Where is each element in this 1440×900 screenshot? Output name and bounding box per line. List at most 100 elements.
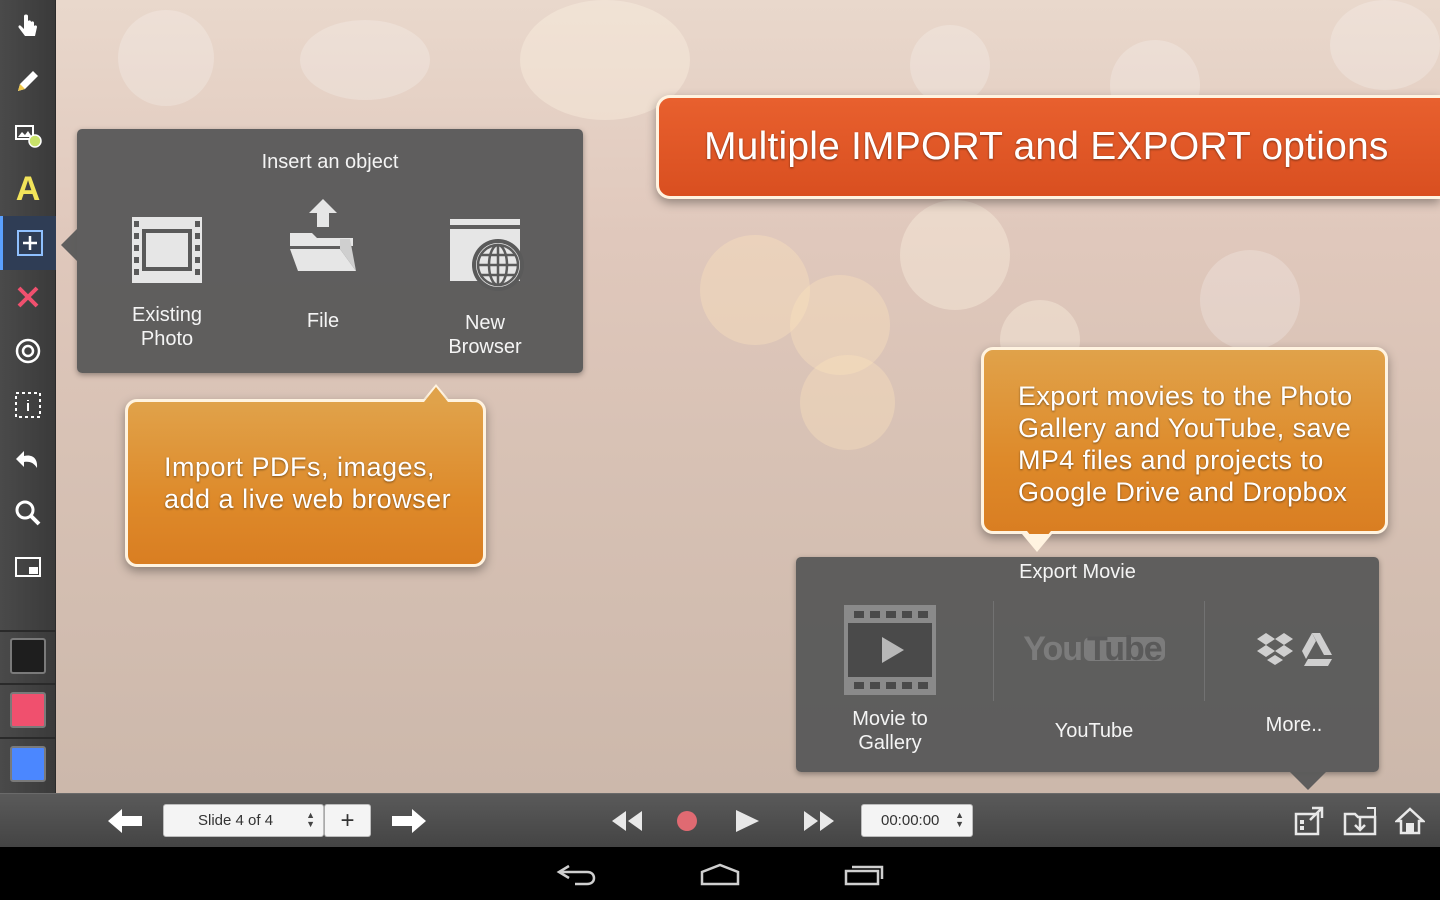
youtube-option[interactable]: You Tube YouTube bbox=[1023, 627, 1165, 743]
insert-tool-button[interactable] bbox=[0, 216, 56, 270]
dashed-select-icon bbox=[15, 392, 41, 418]
file-option[interactable]: File bbox=[273, 199, 373, 333]
more-export-option[interactable]: More.. bbox=[1236, 629, 1352, 737]
image-record-icon bbox=[15, 125, 42, 148]
youtube-logo-you: You bbox=[1023, 630, 1083, 668]
nav-home-button[interactable] bbox=[690, 857, 750, 891]
dropbox-drive-icon bbox=[1257, 633, 1332, 666]
arrow-left-icon bbox=[108, 809, 142, 833]
target-icon bbox=[15, 338, 41, 364]
bokeh-light bbox=[300, 20, 430, 100]
youtube-logo: You Tube bbox=[1023, 627, 1165, 671]
slide-spinner-icon[interactable]: ▲ ▼ bbox=[306, 811, 315, 829]
movie-to-gallery-option[interactable]: Movie to Gallery bbox=[840, 603, 940, 755]
import-callout-line-1: Import PDFs, images, bbox=[164, 452, 436, 482]
laser-pointer-button[interactable] bbox=[0, 324, 56, 378]
existing-photo-label-1: Existing bbox=[131, 304, 203, 326]
next-slide-button[interactable] bbox=[384, 794, 434, 848]
export-button[interactable] bbox=[1290, 794, 1330, 848]
export-callout-line-2: Gallery and YouTube, save bbox=[1018, 413, 1352, 443]
youtube-label: YouTube bbox=[1054, 720, 1134, 742]
export-movie-panel: Export Movie Movie to Gallery You Tube Yo… bbox=[796, 557, 1379, 790]
arrow-right-icon bbox=[392, 809, 426, 833]
pen-tool-button[interactable] bbox=[0, 54, 56, 108]
recent-apps-icon bbox=[844, 865, 884, 886]
new-browser-label-2: Browser bbox=[448, 336, 522, 358]
magnifier-icon bbox=[15, 500, 41, 526]
film-frame-icon bbox=[132, 217, 202, 283]
time-field[interactable]: 00:00:00 ▲ ▼ bbox=[861, 804, 973, 837]
time-value: 00:00:00 bbox=[881, 812, 940, 829]
left-toolbar: A bbox=[0, 0, 56, 793]
rewind-button[interactable] bbox=[603, 794, 651, 848]
bokeh-light bbox=[1330, 0, 1440, 90]
export-icon bbox=[1294, 806, 1324, 836]
record-icon bbox=[677, 811, 697, 831]
picture-in-picture-button[interactable] bbox=[0, 540, 56, 594]
play-icon bbox=[736, 810, 759, 832]
text-tool-button[interactable]: A bbox=[0, 162, 56, 216]
import-button[interactable] bbox=[1340, 794, 1380, 848]
export-callout: Export movies to the Photo Gallery and Y… bbox=[981, 347, 1388, 546]
hand-tool-button[interactable] bbox=[0, 0, 56, 54]
slide-selector-label: Slide 4 of 4 bbox=[198, 812, 274, 829]
toolbar-divider bbox=[0, 630, 56, 632]
toolbar-divider bbox=[0, 683, 56, 685]
slide-selector[interactable]: Slide 4 of 4 ▲ ▼ bbox=[163, 804, 324, 837]
new-browser-option[interactable]: New Browser bbox=[435, 217, 535, 359]
home-icon bbox=[1395, 807, 1425, 835]
undo-button[interactable] bbox=[0, 432, 56, 486]
pip-icon bbox=[15, 557, 41, 577]
play-button[interactable] bbox=[724, 794, 770, 848]
bokeh-light bbox=[118, 10, 214, 106]
pencil-icon bbox=[18, 71, 38, 91]
fast-forward-button[interactable] bbox=[795, 794, 843, 848]
existing-photo-label-2: Photo bbox=[140, 328, 194, 350]
export-callout-tail bbox=[1022, 534, 1052, 552]
toolbar-divider bbox=[0, 737, 56, 739]
undo-arrow-icon bbox=[16, 451, 38, 468]
export-callout-line-4: Google Drive and Dropbox bbox=[1018, 477, 1348, 507]
android-nav-bar bbox=[0, 847, 1440, 900]
nav-back-button[interactable] bbox=[546, 857, 606, 891]
select-tool-button[interactable] bbox=[0, 378, 56, 432]
folder-import-icon bbox=[1343, 807, 1377, 836]
add-slide-button[interactable]: + bbox=[324, 804, 371, 837]
record-button[interactable] bbox=[665, 794, 709, 848]
insert-object-panel: Insert an object Existing Photo File New… bbox=[61, 129, 583, 373]
bokeh-light bbox=[910, 25, 990, 105]
headline-callout: Multiple IMPORT and EXPORT options bbox=[656, 95, 1440, 199]
more-label: More.. bbox=[1265, 714, 1323, 736]
color-swatch-red[interactable] bbox=[10, 692, 46, 728]
bokeh-light bbox=[900, 200, 1010, 310]
image-tool-button[interactable] bbox=[0, 108, 56, 162]
existing-photo-option[interactable]: Existing Photo bbox=[117, 215, 217, 351]
export-separator bbox=[1204, 601, 1205, 701]
nav-recents-button[interactable] bbox=[834, 857, 894, 891]
plus-box-icon bbox=[16, 230, 43, 256]
folder-upload-icon bbox=[290, 199, 356, 271]
export-callout-text: Export movies to the Photo Gallery and Y… bbox=[1018, 380, 1353, 508]
zoom-button[interactable] bbox=[0, 486, 56, 540]
export-separator bbox=[993, 601, 994, 701]
bottom-bar: Slide 4 of 4 ▲ ▼ + 00:00:00 ▲ ▼ bbox=[0, 793, 1440, 847]
time-spinner-icon[interactable]: ▲ ▼ bbox=[955, 811, 964, 829]
youtube-logo-tube: Tube bbox=[1084, 632, 1165, 666]
bokeh-light bbox=[1200, 250, 1300, 350]
new-browser-label-1: New bbox=[464, 312, 505, 334]
color-swatch-blue[interactable] bbox=[10, 746, 46, 782]
add-slide-label: + bbox=[340, 806, 355, 834]
home-button[interactable] bbox=[1390, 794, 1430, 848]
file-label: File bbox=[306, 310, 340, 332]
previous-slide-button[interactable] bbox=[100, 794, 150, 848]
text-a-icon: A bbox=[15, 169, 41, 208]
import-callout: Import PDFs, images, add a live web brow… bbox=[125, 387, 486, 567]
movie-to-gallery-label-2: Gallery bbox=[858, 732, 922, 754]
insert-panel-title: Insert an object bbox=[261, 151, 399, 173]
import-callout-tail-fill bbox=[424, 387, 448, 402]
bokeh-light bbox=[800, 355, 895, 450]
color-swatch-black[interactable] bbox=[10, 638, 46, 674]
fast-forward-icon bbox=[804, 811, 834, 831]
export-callout-line-1: Export movies to the Photo bbox=[1018, 381, 1353, 411]
delete-tool-button[interactable] bbox=[0, 270, 56, 324]
